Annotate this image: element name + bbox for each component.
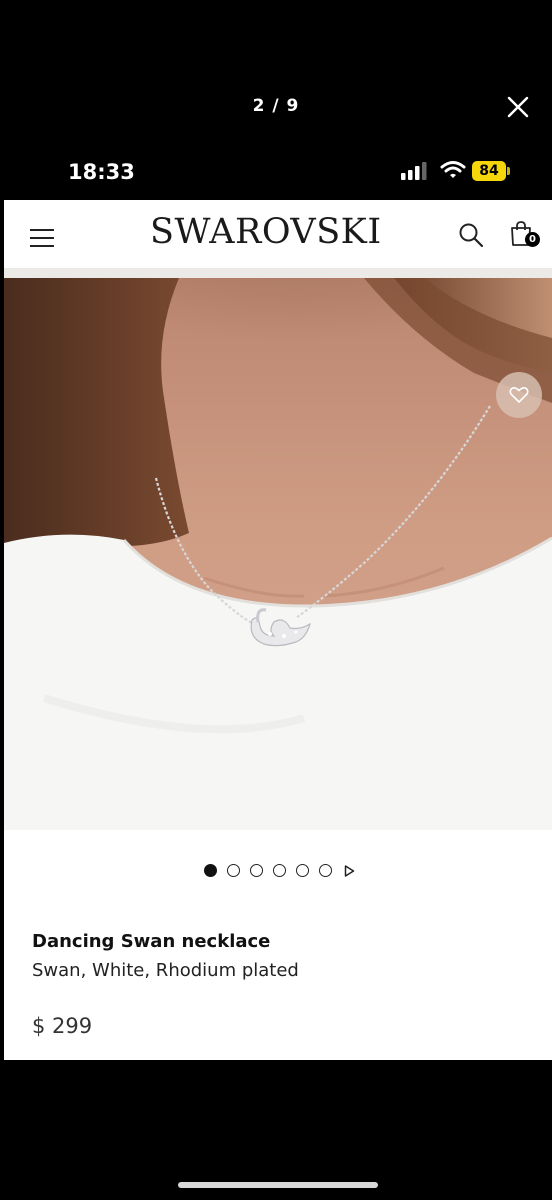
pager-dot-4[interactable]: [273, 864, 286, 877]
pager-dot-5[interactable]: [296, 864, 309, 877]
battery-tip: [507, 167, 510, 175]
search-icon[interactable]: [458, 222, 484, 248]
battery-level: 84: [472, 161, 506, 181]
product-photo[interactable]: [4, 278, 552, 830]
home-indicator[interactable]: [178, 1182, 378, 1188]
hamburger-menu-icon[interactable]: [30, 228, 54, 248]
status-time: 18:33: [68, 160, 135, 184]
product-page: SWAROVSKI 0 Dancing Swan necklace Swan, …: [4, 200, 552, 1060]
header-divider: [4, 268, 552, 278]
viewer-bottom-bar: [0, 1060, 552, 1200]
pager-dot-2[interactable]: [227, 864, 240, 877]
shopping-bag-button[interactable]: 0: [509, 220, 540, 250]
cellular-signal-icon: [401, 162, 427, 180]
pager-dot-6[interactable]: [319, 864, 332, 877]
product-photo-graphic: [4, 278, 552, 830]
battery-icon: 84: [472, 161, 512, 181]
close-icon[interactable]: [506, 95, 530, 119]
wifi-icon: [440, 161, 466, 178]
heart-icon: [509, 387, 529, 403]
brand-logo[interactable]: SWAROVSKI: [150, 212, 382, 252]
site-header: SWAROVSKI 0: [4, 200, 552, 268]
product-description: Swan, White, Rhodium plated: [32, 960, 299, 981]
play-icon[interactable]: [344, 865, 355, 877]
product-name: Dancing Swan necklace: [32, 931, 271, 952]
pager-dot-1[interactable]: [204, 864, 217, 877]
pager-dot-3[interactable]: [250, 864, 263, 877]
image-counter: 2 / 9: [252, 96, 300, 116]
image-pager: [4, 862, 552, 880]
wishlist-button[interactable]: [496, 372, 542, 418]
product-price: $ 299: [32, 1014, 93, 1038]
bag-count-badge: 0: [525, 232, 540, 247]
viewer-top-bar: 2 / 9: [0, 0, 552, 140]
